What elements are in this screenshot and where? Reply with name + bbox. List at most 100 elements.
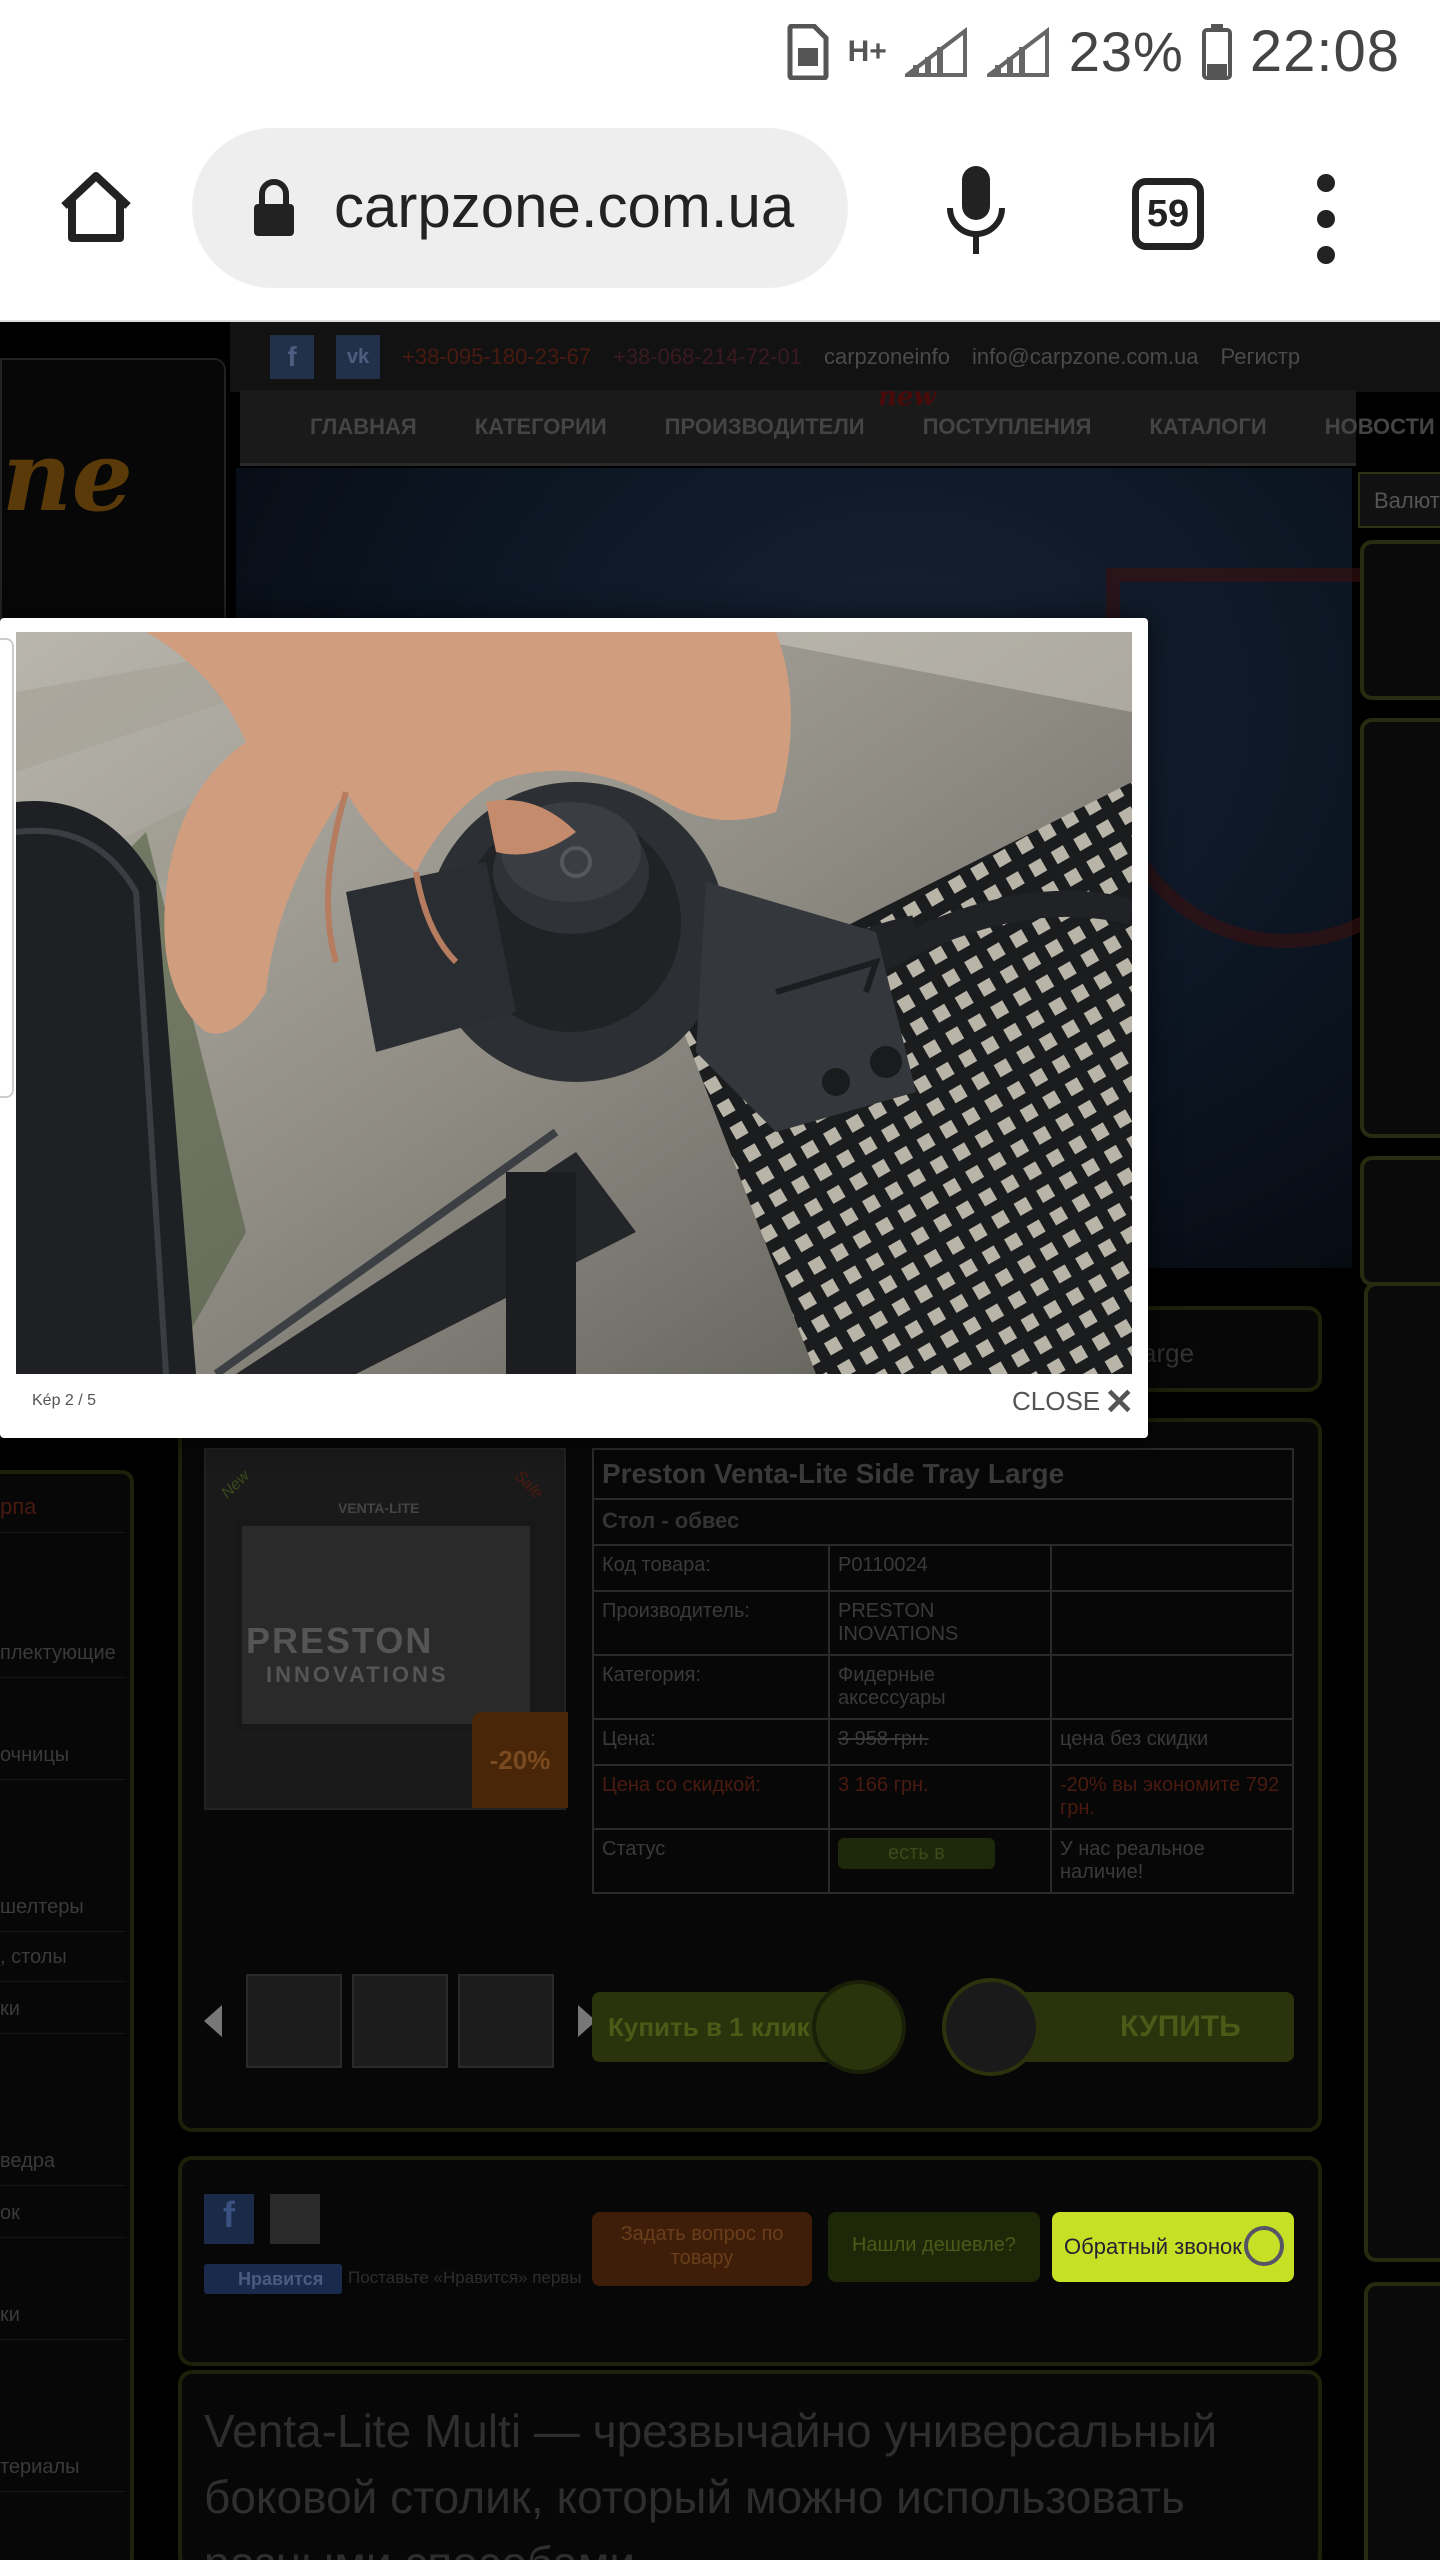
category-item[interactable]: очницы bbox=[0, 1744, 126, 1780]
thumbnail-strip bbox=[204, 1974, 596, 2068]
facebook-share-icon[interactable]: f bbox=[204, 2194, 254, 2244]
lightbox-close-button[interactable]: CLOSE ✕ bbox=[1012, 1383, 1134, 1419]
sim-card-icon bbox=[787, 23, 829, 80]
main-nav: ГЛАВНАЯ КАТЕГОРИИ ПРОИЗВОДИТЕЛИ ПОСТУПЛЕ… bbox=[240, 390, 1435, 466]
phone-link-2[interactable]: +38-068-214-72-01 bbox=[613, 344, 802, 370]
spec-note bbox=[1050, 1654, 1294, 1720]
lightbox-caption: Kép 2 / 5 bbox=[32, 1392, 97, 1409]
callback-button[interactable]: Обратный звонок bbox=[1052, 2212, 1294, 2282]
sidebar-box-2 bbox=[1360, 718, 1440, 1138]
spec-value[interactable]: Фидерные аксессуары bbox=[828, 1654, 1052, 1720]
close-label: CLOSE bbox=[1012, 1386, 1101, 1416]
tab-switcher-button[interactable]: 59 bbox=[1132, 178, 1204, 250]
image-lightbox: Kép 2 / 5 CLOSE ✕ bbox=[0, 618, 1148, 1438]
home-icon[interactable] bbox=[56, 168, 136, 248]
nav-arrivals[interactable]: ПОСТУПЛЕНИЯ bbox=[923, 414, 1092, 440]
found-cheaper-button[interactable]: Нашли дешевле? bbox=[828, 2212, 1040, 2282]
discount-note: -20% вы экономите 792 грн. bbox=[1050, 1764, 1294, 1830]
sidebar-box-5 bbox=[1364, 2282, 1440, 2560]
price-label: Цена: bbox=[592, 1718, 830, 1766]
buy-one-click-label: Купить в 1 клик bbox=[608, 2012, 810, 2042]
discount-price-label: Цена со скидкой: bbox=[592, 1764, 830, 1830]
site-top-bar: f vk +38-095-180-23-67 +38-068-214-72-01… bbox=[230, 322, 1440, 392]
network-type: H+ bbox=[847, 34, 887, 68]
status-cell: есть в bbox=[828, 1828, 1052, 1894]
signal-icon-2 bbox=[986, 26, 1049, 77]
buy-label: КУПИТЬ bbox=[1120, 2010, 1241, 2043]
thumbnail[interactable] bbox=[246, 1974, 342, 2068]
sidebar-box-1 bbox=[1360, 540, 1440, 700]
price-old: 3 958 грн. bbox=[828, 1718, 1052, 1766]
battery-percent: 23% bbox=[1068, 20, 1184, 83]
address-bar[interactable]: carpzone.com.ua bbox=[192, 128, 848, 288]
product-image-top-label: VENTA-LITE bbox=[338, 1500, 420, 1516]
status-label: Статус bbox=[592, 1828, 830, 1894]
product-spec-table: Preston Venta-Lite Side Tray Large Стол … bbox=[592, 1448, 1294, 1894]
category-item[interactable]: ведра bbox=[0, 2150, 126, 2186]
overflow-menu-icon[interactable] bbox=[1314, 174, 1338, 264]
nav-home[interactable]: ГЛАВНАЯ bbox=[310, 414, 417, 440]
product-image-brand-2: INNOVATIONS bbox=[266, 1662, 449, 1687]
spec-value: P0110024 bbox=[828, 1544, 1052, 1592]
email-share-icon[interactable] bbox=[270, 2194, 320, 2244]
product-title: Preston Venta-Lite Side Tray Large bbox=[592, 1448, 1294, 1500]
thumbnail[interactable] bbox=[458, 1974, 554, 2068]
like-note: Поставьте «Нравится» первы bbox=[348, 2268, 582, 2287]
like-button[interactable]: Нравится bbox=[204, 2264, 342, 2294]
discount-badge: -20% bbox=[472, 1712, 568, 1808]
vk-icon[interactable]: vk bbox=[336, 335, 380, 379]
sidebar-box-4 bbox=[1364, 1282, 1440, 2262]
phone-icon bbox=[812, 1980, 906, 2074]
discount-price: 3 166 грн. bbox=[828, 1764, 1052, 1830]
sidebar-box-3 bbox=[1360, 1156, 1440, 1286]
breadcrumb-tail[interactable]: arge bbox=[1142, 1338, 1194, 1369]
nav-catalogs[interactable]: КАТАЛОГИ bbox=[1149, 414, 1266, 440]
email-link[interactable]: info@carpzone.com.ua bbox=[972, 344, 1199, 370]
price-note: цена без скидки bbox=[1050, 1718, 1294, 1766]
cart-icon bbox=[942, 1978, 1040, 2076]
category-item[interactable]: ки bbox=[0, 1998, 126, 2034]
phone-link-1[interactable]: +38-095-180-23-67 bbox=[402, 344, 591, 370]
new-badge: new bbox=[878, 382, 936, 412]
ribbon-sale: Sale bbox=[511, 1467, 546, 1502]
category-item[interactable]: ки bbox=[0, 2304, 126, 2340]
spec-label: Код товара: bbox=[592, 1544, 830, 1592]
product-description: Venta-Lite Multi — чрезвычайно универсал… bbox=[204, 2405, 1218, 2560]
buy-button[interactable]: КУПИТЬ bbox=[942, 1978, 1294, 2076]
category-item[interactable]: териалы bbox=[0, 2456, 126, 2492]
category-item[interactable]: шелтеры bbox=[0, 1896, 126, 1932]
category-item[interactable]: рпа bbox=[0, 1494, 126, 1533]
status-bar: H+ 23% 22:08 bbox=[0, 0, 1440, 100]
thumb-prev-arrow-icon[interactable] bbox=[204, 2005, 222, 2037]
browser-toolbar: carpzone.com.ua 59 bbox=[0, 100, 1440, 322]
signal-icon bbox=[904, 26, 967, 77]
spec-label: Производитель: bbox=[592, 1590, 830, 1656]
register-link[interactable]: Регистр bbox=[1221, 344, 1301, 370]
facebook-icon[interactable]: f bbox=[270, 335, 314, 379]
site-logo[interactable]: ne bbox=[0, 358, 226, 648]
lightbox-photo[interactable] bbox=[16, 632, 1132, 1374]
nav-news[interactable]: НОВОСТИ bbox=[1325, 414, 1435, 440]
lightbox-prev-edge[interactable] bbox=[0, 638, 14, 1098]
battery-icon bbox=[1201, 23, 1232, 80]
nav-manufacturers[interactable]: ПРОИЗВОДИТЕЛИ bbox=[665, 414, 865, 440]
currency-selector[interactable]: Валюта bbox=[1358, 472, 1440, 528]
stock-badge: есть в bbox=[838, 1838, 995, 1869]
product-image-brand: PRESTON bbox=[246, 1620, 434, 1661]
status-note: У нас реальное наличие! bbox=[1050, 1828, 1294, 1894]
product-subtitle: Стол - обвес bbox=[592, 1498, 1294, 1546]
thumbnail[interactable] bbox=[352, 1974, 448, 2068]
ask-question-button[interactable]: Задать вопрос по товару bbox=[592, 2212, 812, 2286]
category-item[interactable]: плектующие bbox=[0, 1642, 126, 1678]
microphone-icon[interactable] bbox=[944, 164, 1008, 256]
logo-graphic: ne bbox=[2, 420, 133, 533]
nav-categories[interactable]: КАТЕГОРИИ bbox=[475, 414, 607, 440]
skype-link[interactable]: carpzoneinfo bbox=[824, 344, 950, 370]
clock: 22:08 bbox=[1249, 19, 1400, 84]
phone-ring-icon bbox=[1244, 2226, 1284, 2266]
buy-one-click-button[interactable]: Купить в 1 клик bbox=[592, 1980, 906, 2074]
spec-value[interactable]: PRESTON INOVATIONS bbox=[828, 1590, 1052, 1656]
lock-icon bbox=[254, 179, 294, 236]
category-item[interactable]: , столы bbox=[0, 1946, 126, 1982]
category-item[interactable]: ок bbox=[0, 2202, 126, 2238]
